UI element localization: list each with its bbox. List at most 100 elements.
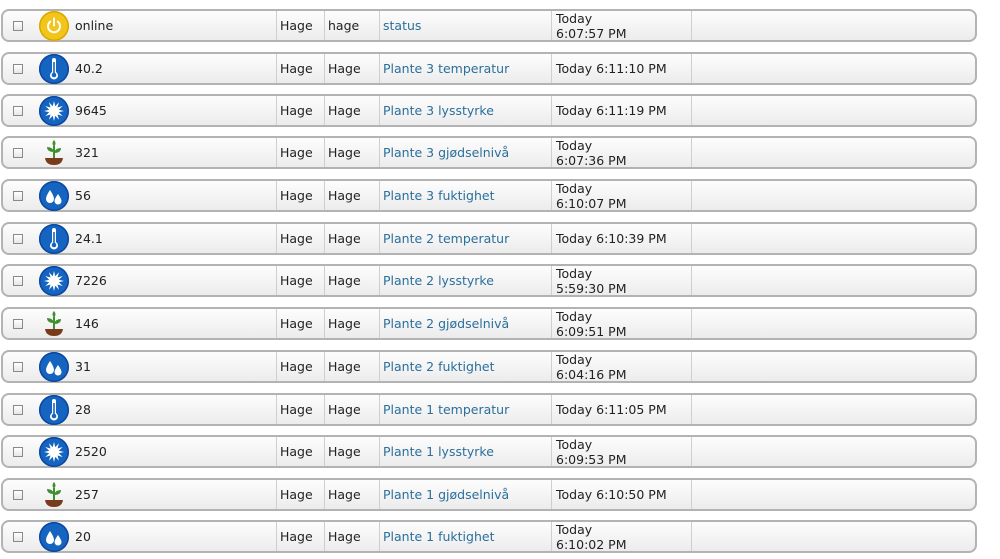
device-name-link[interactable]: Plante 2 fuktighet <box>379 352 551 381</box>
row-checkbox[interactable] <box>13 147 23 158</box>
row-checkbox[interactable] <box>13 20 23 31</box>
last-update: Today 5:59:30 PM <box>551 265 691 296</box>
row-checkbox[interactable] <box>13 63 23 74</box>
row-spacer <box>691 266 975 295</box>
device-name-link[interactable]: Plante 2 lysstyrke <box>379 266 551 295</box>
last-update-line1: Today <box>556 137 593 153</box>
last-update-line1: Today <box>556 436 593 452</box>
last-update-line1: Today 6:10:39 PM <box>556 231 667 246</box>
group-label: hage <box>324 11 379 40</box>
device-row[interactable]: 2520 Hage Hage Plante 1 lysstyrke Today 6… <box>1 435 977 468</box>
device-row[interactable]: 31 Hage Hage Plante 2 fuktighet Today 6:0… <box>1 350 977 383</box>
device-name-link[interactable]: Plante 1 temperatur <box>379 395 551 424</box>
last-update-line1: Today <box>556 180 593 196</box>
group-label: Hage <box>324 522 379 551</box>
device-row[interactable]: 321 Hage Hage Plante 3 gjødselnivå Today… <box>1 136 977 169</box>
row-checkbox[interactable] <box>13 318 23 329</box>
device-row[interactable]: 257 Hage Hage Plante 1 gjødselnivå Today… <box>1 478 977 511</box>
last-update: Today 6:10:02 PM <box>551 522 691 552</box>
device-value: 40.2 <box>75 61 103 76</box>
group-label: Hage <box>324 54 379 83</box>
device-name-link[interactable]: Plante 2 gjødselnivå <box>379 309 551 338</box>
device-value: online <box>75 18 114 33</box>
device-name-link[interactable]: Plante 1 lysstyrke <box>379 437 551 466</box>
device-row[interactable]: 24.1 Hage Hage Plante 2 temperatur Today… <box>1 222 977 255</box>
thermometer-icon <box>39 223 69 254</box>
device-row[interactable]: 40.2 Hage Hage Plante 3 temperatur Today… <box>1 52 977 85</box>
row-checkbox[interactable] <box>13 190 23 201</box>
last-update: Today 6:09:51 PM <box>551 308 691 339</box>
last-update: Today 6:11:05 PM <box>551 395 691 424</box>
row-checkbox[interactable] <box>13 105 23 116</box>
group-label: Hage <box>324 480 379 509</box>
last-update: Today 6:07:57 PM <box>551 11 691 41</box>
group-label: Hage <box>324 437 379 466</box>
row-spacer <box>691 11 975 40</box>
row-checkbox[interactable] <box>13 531 23 542</box>
last-update-line2: 5:59:30 PM <box>556 280 627 296</box>
device-row[interactable]: 28 Hage Hage Plante 1 temperatur Today 6… <box>1 393 977 426</box>
device-name-link[interactable]: Plante 1 fuktighet <box>379 522 551 551</box>
device-row[interactable]: 146 Hage Hage Plante 2 gjødselnivå Today… <box>1 307 977 340</box>
row-spacer <box>691 437 975 466</box>
thermometer-icon <box>39 53 69 84</box>
device-name-link[interactable]: status <box>379 11 551 40</box>
room-label: Hage <box>276 309 324 338</box>
device-name-link[interactable]: Plante 2 temperatur <box>379 224 551 253</box>
device-name-link[interactable]: Plante 3 fuktighet <box>379 181 551 210</box>
row-checkbox[interactable] <box>13 361 23 372</box>
device-name-link[interactable]: Plante 1 gjødselnivå <box>379 480 551 509</box>
thermometer-icon <box>39 394 69 425</box>
group-label: Hage <box>324 309 379 338</box>
plant-icon <box>39 480 69 510</box>
plant-icon <box>39 138 69 168</box>
room-label: Hage <box>276 266 324 295</box>
row-checkbox[interactable] <box>13 489 23 500</box>
row-spacer <box>691 395 975 424</box>
row-spacer <box>691 138 975 167</box>
sun-icon <box>39 95 69 126</box>
device-value: 7226 <box>75 273 107 288</box>
row-checkbox[interactable] <box>13 275 23 286</box>
row-spacer <box>691 181 975 210</box>
device-value: 24.1 <box>75 231 103 246</box>
last-update-line1: Today 6:11:10 PM <box>556 61 667 76</box>
device-name-link[interactable]: Plante 3 lysstyrke <box>379 96 551 125</box>
plant-icon <box>39 309 69 339</box>
last-update: Today 6:11:19 PM <box>551 96 691 125</box>
row-spacer <box>691 224 975 253</box>
room-label: Hage <box>276 54 324 83</box>
row-checkbox[interactable] <box>13 233 23 244</box>
device-value: 20 <box>75 529 91 544</box>
row-spacer <box>691 96 975 125</box>
last-update-line2: 6:09:51 PM <box>556 323 627 339</box>
group-label: Hage <box>324 352 379 381</box>
room-label: Hage <box>276 395 324 424</box>
last-update-line2: 6:07:57 PM <box>556 25 627 41</box>
last-update-line1: Today <box>556 265 593 281</box>
device-row[interactable]: 20 Hage Hage Plante 1 fuktighet Today 6:1… <box>1 520 977 553</box>
device-row[interactable]: 56 Hage Hage Plante 3 fuktighet Today 6:1… <box>1 179 977 212</box>
device-value: 28 <box>75 402 91 417</box>
water-drops-icon <box>39 351 69 382</box>
row-checkbox[interactable] <box>13 404 23 415</box>
room-label: Hage <box>276 437 324 466</box>
row-spacer <box>691 54 975 83</box>
device-row[interactable]: 9645 Hage Hage Plante 3 lysstyrke Today … <box>1 94 977 127</box>
last-update-line1: Today 6:11:19 PM <box>556 103 667 118</box>
device-row[interactable]: online Hage hage status Today 6:07:57 PM <box>1 9 977 42</box>
last-update: Today 6:11:10 PM <box>551 54 691 83</box>
device-value: 31 <box>75 359 91 374</box>
device-name-link[interactable]: Plante 3 gjødselnivå <box>379 138 551 167</box>
room-label: Hage <box>276 480 324 509</box>
device-name-link[interactable]: Plante 3 temperatur <box>379 54 551 83</box>
device-row[interactable]: 7226 Hage Hage Plante 2 lysstyrke Today 5… <box>1 264 977 297</box>
last-update: Today 6:07:36 PM <box>551 137 691 168</box>
power-icon <box>39 10 69 41</box>
row-spacer <box>691 352 975 381</box>
last-update-line1: Today <box>556 308 593 324</box>
device-value: 321 <box>75 145 99 160</box>
group-label: Hage <box>324 395 379 424</box>
row-checkbox[interactable] <box>13 446 23 457</box>
water-drops-icon <box>39 521 69 552</box>
